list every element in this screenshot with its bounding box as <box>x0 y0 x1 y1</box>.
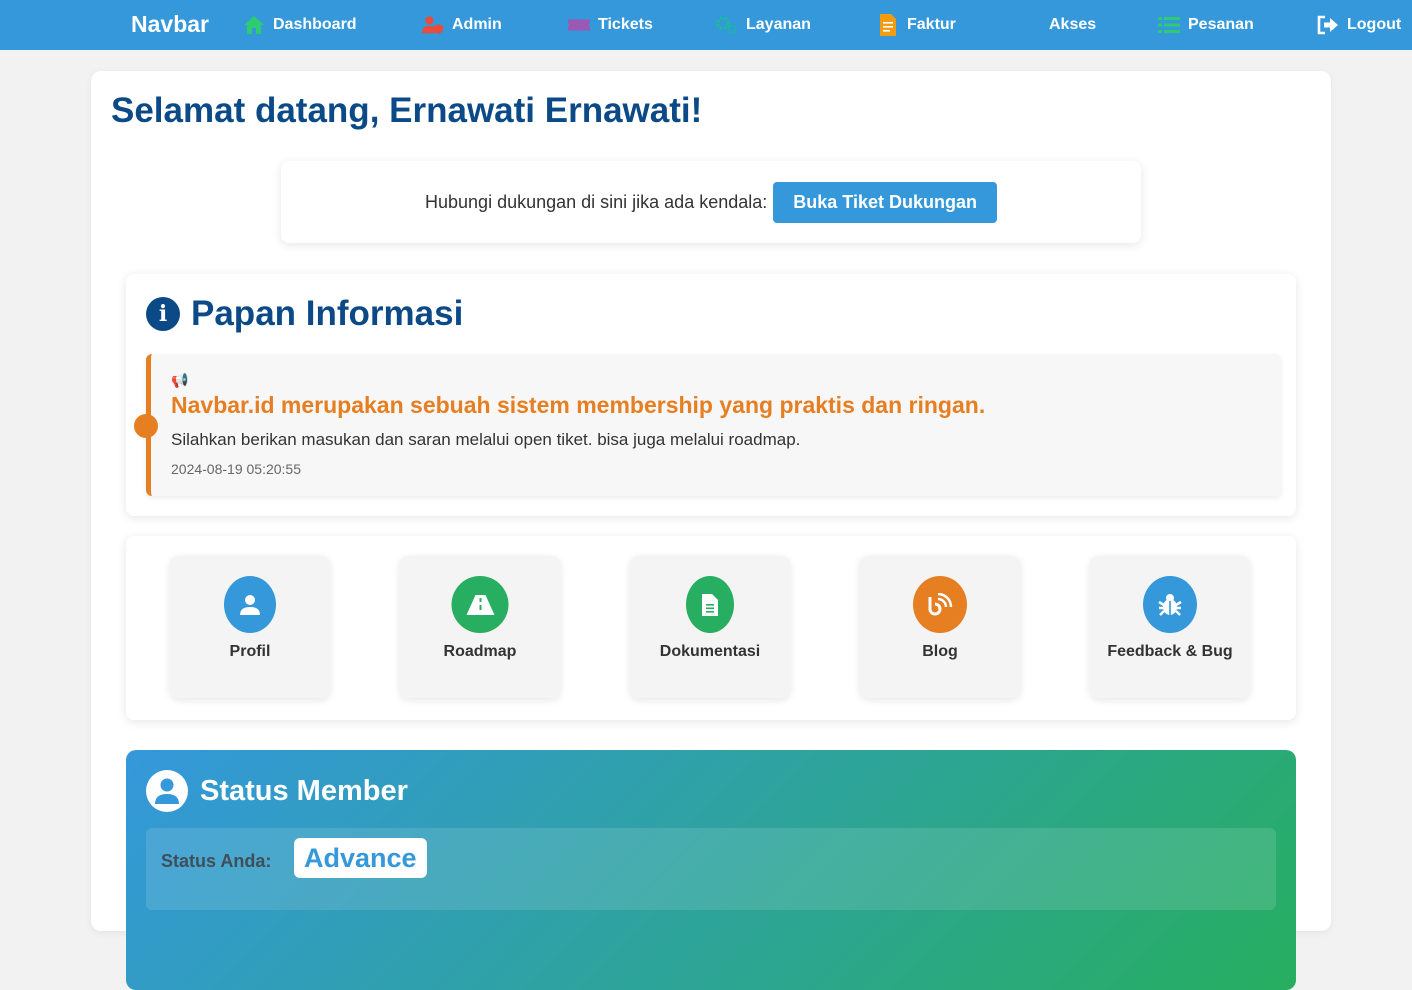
nav-item-layanan[interactable]: Layanan <box>716 0 811 50</box>
quick-link-label: Profil <box>229 643 271 660</box>
welcome-heading: Selamat datang, Ernawati Ernawati! <box>111 91 703 130</box>
quick-link-label: Dokumentasi <box>659 643 761 660</box>
nav-item-admin[interactable]: Admin <box>422 0 502 50</box>
user-icon <box>224 576 276 633</box>
quick-link-blog[interactable]: Blog <box>860 556 1020 698</box>
nav-item-tickets[interactable]: Tickets <box>568 0 653 50</box>
ticket-icon <box>568 14 590 36</box>
main-content: Selamat datang, Ernawati Ernawati! Hubun… <box>91 71 1331 990</box>
top-navbar: Navbar Dashboard Admin Tickets Layanan F… <box>0 0 1412 50</box>
quick-links: Profil Roadmap Dokumentasi Blog Feedback <box>126 536 1296 720</box>
quick-link-roadmap[interactable]: Roadmap <box>400 556 560 698</box>
member-status-box: Status Anda: Advance <box>146 828 1276 910</box>
nav-item-label: Dashboard <box>273 16 357 33</box>
user-shield-icon <box>422 14 444 36</box>
announcement-card: 📢 Navbar.id merupakan sebuah sistem memb… <box>134 354 1281 496</box>
quick-link-feedback-bug[interactable]: Feedback & Bug <box>1090 556 1250 698</box>
quick-link-label: Roadmap <box>443 643 517 660</box>
open-support-ticket-button[interactable]: Buka Tiket Dukungan <box>773 181 997 223</box>
key-icon <box>1019 14 1041 36</box>
info-board-header: i Papan Informasi <box>146 294 463 334</box>
megaphone-icon: 📢 <box>171 372 189 388</box>
info-board: i Papan Informasi 📢 Navbar.id merupakan … <box>126 274 1296 516</box>
blog-icon <box>913 576 967 633</box>
home-icon <box>243 14 265 36</box>
member-status-badge: Advance <box>294 838 427 878</box>
document-icon <box>686 576 734 633</box>
member-status-header: Status Member <box>146 770 408 812</box>
info-icon: i <box>146 297 180 331</box>
logout-icon <box>1317 14 1339 36</box>
member-status-label: Status Anda: <box>161 851 272 871</box>
quick-link-profil[interactable]: Profil <box>170 556 330 698</box>
quick-link-dokumentasi[interactable]: Dokumentasi <box>630 556 790 698</box>
user-circle-icon <box>146 770 188 812</box>
quick-link-label: Feedback & Bug <box>1107 643 1233 660</box>
nav-item-akses[interactable]: Akses <box>1019 0 1096 50</box>
member-status-panel: Status Member Status Anda: Advance <box>126 750 1296 990</box>
nav-item-logout[interactable]: Logout <box>1317 0 1401 50</box>
nav-item-pesanan[interactable]: Pesanan <box>1158 0 1254 50</box>
nav-item-dashboard[interactable]: Dashboard <box>243 0 357 50</box>
support-box: Hubungi dukungan di sini jika ada kendal… <box>281 161 1141 243</box>
announcement-body: Silahkan berikan masukan dan saran melal… <box>171 430 801 449</box>
nav-item-label: Tickets <box>598 16 653 33</box>
info-board-title: Papan Informasi <box>191 294 464 333</box>
announcement-timestamp: 2024-08-19 05:20:55 <box>171 461 301 477</box>
bug-icon <box>1143 576 1197 633</box>
nav-item-label: Faktur <box>907 16 956 33</box>
nav-item-label: Pesanan <box>1188 16 1254 33</box>
quick-link-label: Blog <box>922 643 958 660</box>
nav-item-label: Admin <box>452 16 502 33</box>
timeline-dot <box>134 414 158 438</box>
invoice-icon <box>877 14 899 36</box>
cogs-icon <box>716 14 738 36</box>
member-status-title: Status Member <box>200 774 408 807</box>
nav-item-faktur[interactable]: Faktur <box>877 0 956 50</box>
list-icon <box>1158 14 1180 36</box>
nav-item-label: Logout <box>1347 16 1402 33</box>
nav-item-label: Layanan <box>746 16 811 33</box>
road-icon <box>451 576 509 633</box>
nav-item-label: Akses <box>1049 16 1097 33</box>
announcement-title: Navbar.id merupakan sebuah sistem member… <box>171 392 986 418</box>
support-text: Hubungi dukungan di sini jika ada kendal… <box>425 191 768 212</box>
brand-logo[interactable]: Navbar <box>131 11 209 38</box>
